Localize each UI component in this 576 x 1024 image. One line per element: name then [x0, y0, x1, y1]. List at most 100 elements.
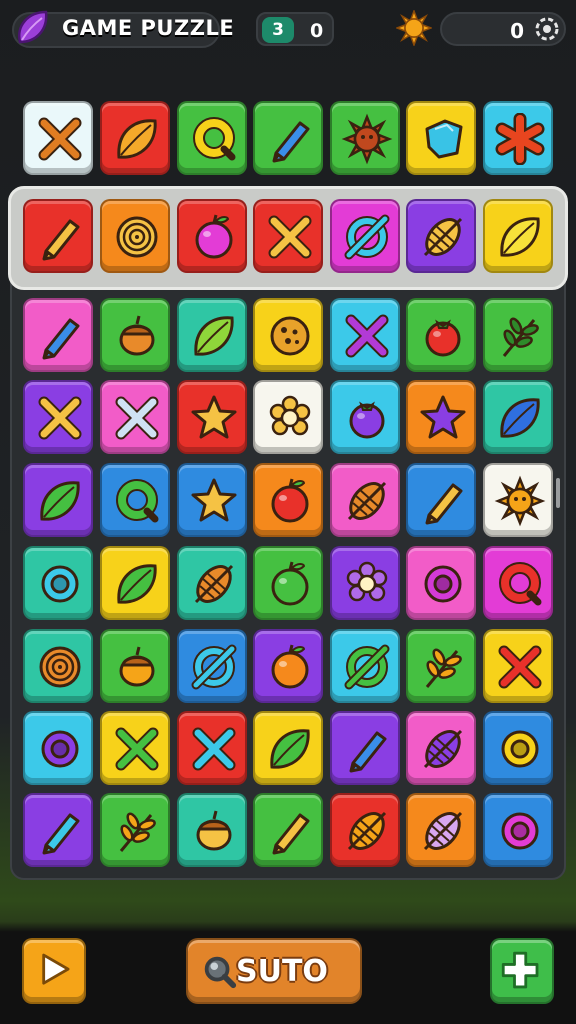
apple-icon: [271, 644, 309, 689]
tile-r2-c1[interactable]: [23, 199, 93, 273]
auto-button-label: SUTO: [236, 954, 328, 989]
settings-gear-icon[interactable]: [534, 16, 560, 42]
apple-icon: [271, 478, 309, 523]
tile-r7-c1[interactable]: [23, 629, 93, 703]
tile-r9-c7[interactable]: [483, 793, 553, 867]
striped-leaf-icon: [347, 481, 387, 521]
tile-r3-c6[interactable]: [406, 298, 476, 372]
tile-r1-c1[interactable]: [23, 101, 93, 175]
tile-r2-c3[interactable]: [177, 199, 247, 273]
flower-icon: [269, 395, 311, 436]
ring-icon: [193, 117, 236, 161]
tile-r9-c6[interactable]: [406, 793, 476, 867]
pencil-icon: [272, 813, 310, 855]
tile-r1-c3[interactable]: [177, 101, 247, 175]
tile-r2-c5[interactable]: [330, 199, 400, 273]
tile-r1-c5[interactable]: [330, 101, 400, 175]
tile-r6-c2[interactable]: [100, 546, 170, 620]
tile-r2-c4[interactable]: [253, 199, 323, 273]
board-scrollbar[interactable]: [556, 478, 560, 508]
tile-r1-c2[interactable]: [100, 101, 170, 175]
tile-r8-c7[interactable]: [483, 711, 553, 785]
tile-r4-c7[interactable]: [483, 380, 553, 454]
tile-r6-c7[interactable]: [483, 546, 553, 620]
play-button[interactable]: [22, 938, 86, 1004]
search-icon: [204, 956, 237, 989]
cross-icon: [115, 396, 159, 440]
tile-r4-c1[interactable]: [23, 380, 93, 454]
tile-r9-c1[interactable]: [23, 793, 93, 867]
tile-r4-c5[interactable]: [330, 380, 400, 454]
tile-r4-c6[interactable]: [406, 380, 476, 454]
cross-icon: [38, 117, 82, 161]
tile-r8-c4[interactable]: [253, 711, 323, 785]
tile-r6-c3[interactable]: [177, 546, 247, 620]
tile-r5-c2[interactable]: [100, 463, 170, 537]
tile-r3-c4[interactable]: [253, 298, 323, 372]
tile-r4-c3[interactable]: [177, 380, 247, 454]
tile-r9-c2[interactable]: [100, 793, 170, 867]
tile-r3-c7[interactable]: [483, 298, 553, 372]
plus-icon: [501, 951, 539, 989]
sun-icon: [341, 113, 393, 165]
tile-r3-c2[interactable]: [100, 298, 170, 372]
tile-r4-c2[interactable]: [100, 380, 170, 454]
tile-r5-c7[interactable]: [483, 463, 553, 537]
cross-icon: [192, 727, 236, 771]
tile-r2-c7[interactable]: [483, 199, 553, 273]
leaf-icon: [500, 398, 540, 438]
tile-r3-c5[interactable]: [330, 298, 400, 372]
tile-r5-c3[interactable]: [177, 463, 247, 537]
donut-icon: [501, 812, 539, 850]
striped-leaf-icon: [423, 217, 463, 257]
tile-r3-c1[interactable]: [23, 298, 93, 372]
leaf-icon: [194, 316, 234, 356]
sun-icon: [494, 475, 546, 527]
tile-r7-c6[interactable]: [406, 629, 476, 703]
tile-r9-c3[interactable]: [177, 793, 247, 867]
tile-r7-c2[interactable]: [100, 629, 170, 703]
tile-r4-c4[interactable]: [253, 380, 323, 454]
tile-r6-c5[interactable]: [330, 546, 400, 620]
tile-r2-c6[interactable]: [406, 199, 476, 273]
tile-r9-c4[interactable]: [253, 793, 323, 867]
tile-r8-c2[interactable]: [100, 711, 170, 785]
tile-r8-c5[interactable]: [330, 711, 400, 785]
tile-r1-c6[interactable]: [406, 101, 476, 175]
tile-r8-c6[interactable]: [406, 711, 476, 785]
cross-icon: [345, 314, 389, 358]
tile-r1-c7[interactable]: [483, 101, 553, 175]
tile-r9-c5[interactable]: [330, 793, 400, 867]
tile-r5-c6[interactable]: [406, 463, 476, 537]
leaf-icon: [40, 481, 80, 521]
auto-button[interactable]: SUTO: [186, 938, 362, 1004]
tile-r8-c3[interactable]: [177, 711, 247, 785]
pencil-icon: [425, 483, 463, 525]
tile-r5-c5[interactable]: [330, 463, 400, 537]
pencil-icon: [272, 121, 310, 163]
acorn-icon: [196, 810, 232, 851]
tile-r8-c1[interactable]: [23, 711, 93, 785]
moves-counter: 3 0: [256, 12, 334, 46]
tile-r2-c2[interactable]: [100, 199, 170, 273]
fern-icon: [502, 317, 539, 357]
tile-r6-c1[interactable]: [23, 546, 93, 620]
tile-r7-c4[interactable]: [253, 629, 323, 703]
donut-icon: [41, 565, 79, 603]
tile-r7-c5[interactable]: [330, 629, 400, 703]
tile-r7-c3[interactable]: [177, 629, 247, 703]
tile-r1-c4[interactable]: [253, 101, 323, 175]
leaf-icon: [117, 564, 157, 604]
tile-r5-c1[interactable]: [23, 463, 93, 537]
tile-r5-c4[interactable]: [253, 463, 323, 537]
tile-r6-c6[interactable]: [406, 546, 476, 620]
cross-icon: [115, 727, 159, 771]
add-button[interactable]: [490, 938, 554, 1004]
tile-r6-c4[interactable]: [253, 546, 323, 620]
cross-icon: [38, 396, 82, 440]
striped-leaf-icon: [347, 811, 387, 851]
tile-r3-c3[interactable]: [177, 298, 247, 372]
moves-value: 0: [310, 20, 324, 42]
tile-r7-c7[interactable]: [483, 629, 553, 703]
spiral-icon: [116, 216, 158, 258]
